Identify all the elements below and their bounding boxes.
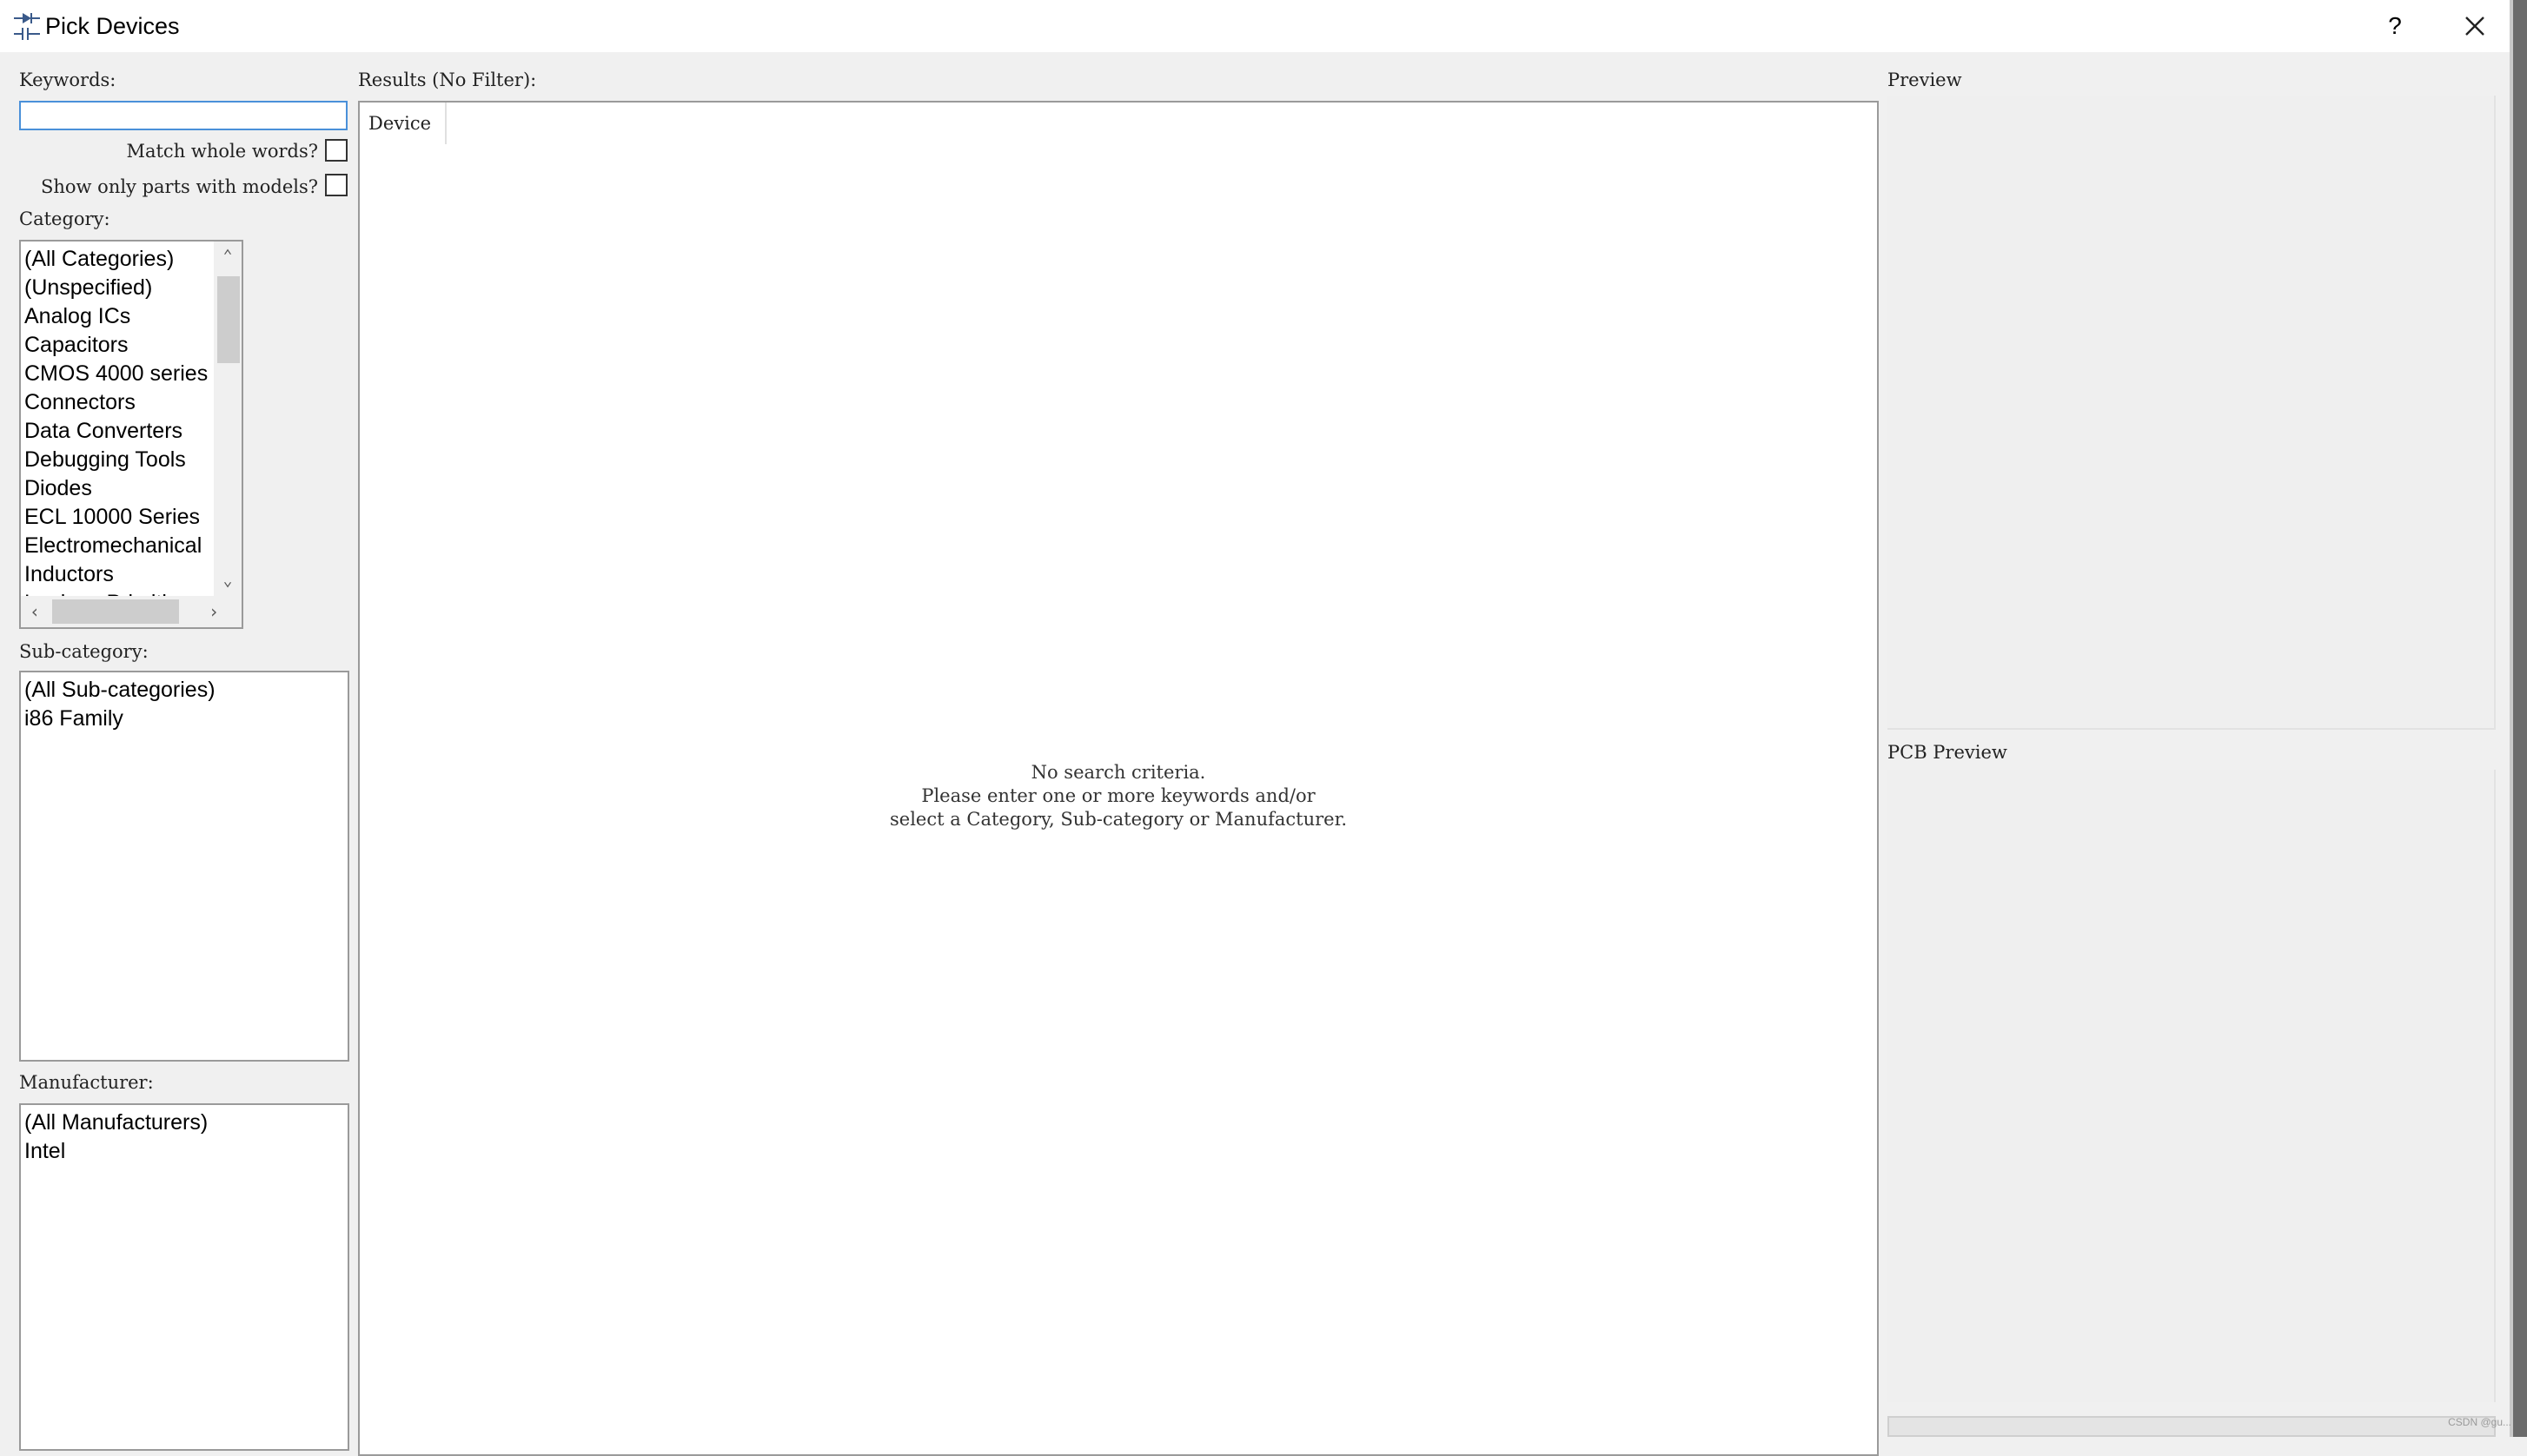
- keywords-input[interactable]: [19, 101, 348, 130]
- subcategory-list-item[interactable]: i86 Family: [24, 705, 344, 733]
- scroll-down-icon[interactable]: ⌄: [214, 568, 242, 594]
- results-table[interactable]: Device No search criteria. Please enter …: [358, 101, 1879, 1456]
- diode-component-icon: [12, 10, 42, 42]
- empty-results-message: No search criteria. Please enter one or …: [889, 762, 1347, 830]
- models-only-checkbox[interactable]: [325, 174, 348, 196]
- scroll-right-icon[interactable]: ›: [200, 596, 228, 627]
- category-list-item[interactable]: Analog ICs: [24, 302, 229, 331]
- models-only-label: Show only parts with models?: [40, 176, 318, 197]
- manufacturer-list-item[interactable]: (All Manufacturers): [24, 1109, 344, 1137]
- category-list-item[interactable]: Connectors: [24, 388, 229, 417]
- category-list-item[interactable]: Debugging Tools: [24, 446, 229, 474]
- subcategory-list-item[interactable]: (All Sub-categories): [24, 676, 344, 705]
- watermark: CSDN @gu...: [2448, 1416, 2511, 1428]
- scroll-up-icon[interactable]: ⌃: [214, 243, 242, 269]
- manufacturer-list[interactable]: (All Manufacturers) Intel: [19, 1103, 349, 1451]
- category-list-item[interactable]: (All Categories): [24, 245, 229, 274]
- category-horizontal-scrollbar[interactable]: ‹ ›: [21, 596, 242, 627]
- close-button[interactable]: [2444, 7, 2506, 45]
- category-vertical-thumb[interactable]: [217, 276, 240, 363]
- category-list-item[interactable]: (Unspecified): [24, 274, 229, 302]
- help-button[interactable]: ?: [2369, 7, 2421, 45]
- match-whole-words-checkbox[interactable]: [325, 139, 348, 162]
- manufacturer-label: Manufacturer:: [19, 1072, 154, 1093]
- category-list-item[interactable]: Inductors: [24, 560, 229, 589]
- subcategory-list[interactable]: (All Sub-categories) i86 Family: [19, 671, 349, 1062]
- category-list-item[interactable]: Capacitors: [24, 331, 229, 360]
- pcb-preview-panel: [1887, 770, 2496, 1402]
- category-items: (All Categories) (Unspecified) Analog ICs C…: [24, 245, 229, 599]
- background-window-edge: [2513, 0, 2527, 1437]
- category-list-item[interactable]: Electromechanical: [24, 532, 229, 560]
- match-whole-words-label: Match whole words?: [126, 141, 318, 162]
- category-list-item[interactable]: Data Converters: [24, 417, 229, 446]
- category-horizontal-thumb[interactable]: [52, 599, 179, 624]
- scroll-left-icon[interactable]: ‹: [21, 596, 49, 627]
- schematic-preview-panel: [1887, 96, 2496, 730]
- category-list-item[interactable]: ECL 10000 Series: [24, 503, 229, 532]
- category-list[interactable]: (All Categories) (Unspecified) Analog ICs C…: [19, 240, 243, 629]
- pcb-preview-label: PCB Preview: [1887, 742, 2007, 763]
- category-label: Category:: [19, 208, 110, 229]
- subcategory-label: Sub-category:: [19, 641, 149, 662]
- category-list-item[interactable]: CMOS 4000 series: [24, 360, 229, 388]
- manufacturer-list-item[interactable]: Intel: [24, 1137, 344, 1166]
- title-bar: [0, 0, 2527, 52]
- preview-label: Preview: [1887, 69, 1962, 90]
- results-label: Results (No Filter):: [358, 69, 537, 90]
- window-title: Pick Devices: [45, 13, 180, 39]
- device-column-header[interactable]: Device: [360, 103, 447, 144]
- category-list-item[interactable]: Diodes: [24, 474, 229, 503]
- device-column-label: Device: [368, 113, 432, 134]
- category-vertical-scrollbar[interactable]: ⌃ ⌄: [214, 242, 242, 598]
- keywords-label: Keywords:: [19, 69, 116, 90]
- close-icon: [2465, 17, 2484, 36]
